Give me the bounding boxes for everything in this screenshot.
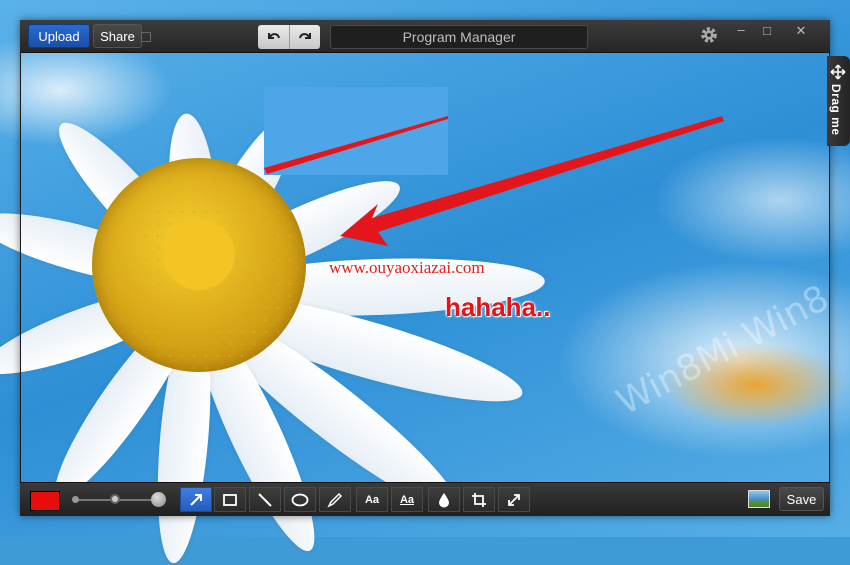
ellipse-icon (291, 493, 309, 506)
size-large-icon (151, 492, 166, 507)
drag-handle[interactable]: Drag me (827, 56, 850, 146)
minimize-icon: – (737, 22, 745, 37)
text-tool[interactable]: Aa (356, 487, 388, 512)
undo-button[interactable] (258, 25, 290, 49)
text-annotation[interactable]: hahaha.. (445, 292, 550, 323)
drag-label: Drag me (829, 84, 843, 136)
upload-button[interactable]: Upload (28, 24, 90, 48)
drop-icon (439, 492, 449, 507)
save-button[interactable]: Save (779, 487, 824, 511)
crop-icon (472, 492, 486, 507)
arrow-annotation-small (264, 116, 448, 174)
share-button[interactable]: Share (93, 24, 142, 48)
text-icon: Aa (364, 493, 380, 506)
text-style-tool[interactable]: Aa (391, 487, 423, 512)
url-text-annotation[interactable]: www.ouyaoxiazai.com (329, 258, 485, 278)
settings-button[interactable] (699, 25, 719, 48)
arrow-icon (190, 493, 202, 506)
size-slider-knob[interactable] (110, 494, 120, 504)
rectangle-icon (223, 493, 237, 506)
move-icon (830, 64, 846, 80)
image-icon[interactable] (748, 490, 770, 508)
crop-tool[interactable] (463, 487, 495, 512)
redo-button[interactable] (289, 25, 320, 49)
maximize-icon: □ (763, 23, 771, 38)
minimize-button[interactable]: – (734, 22, 748, 37)
gear-icon (701, 27, 717, 43)
close-icon: ✕ (795, 23, 807, 38)
resize-tool[interactable] (498, 487, 530, 512)
line-icon (258, 492, 272, 507)
window-title-field[interactable]: Program Manager (330, 25, 588, 49)
resize-icon (508, 493, 520, 506)
arrow-annotation-large (340, 116, 724, 246)
color-picker[interactable] (30, 491, 60, 511)
title-bar: Upload Share Program Manager – □ ✕ (20, 20, 830, 53)
size-small-icon (72, 496, 79, 503)
blur-tool[interactable] (428, 487, 460, 512)
text-style-icon: Aa (399, 493, 415, 506)
redo-icon (298, 33, 311, 39)
arrow-tool[interactable] (180, 487, 212, 512)
pen-tool[interactable] (319, 487, 351, 512)
maximize-button[interactable]: □ (760, 23, 774, 38)
undo-icon (267, 33, 280, 39)
close-button[interactable]: ✕ (794, 23, 808, 39)
rectangle-tool[interactable] (214, 487, 246, 512)
share-option-checkbox[interactable] (141, 32, 151, 42)
ellipse-tool[interactable] (284, 487, 316, 512)
line-tool[interactable] (249, 487, 281, 512)
annotation-toolbar: Aa Aa Save (20, 482, 830, 516)
undo-redo-group (258, 25, 320, 49)
pen-icon (327, 492, 343, 508)
